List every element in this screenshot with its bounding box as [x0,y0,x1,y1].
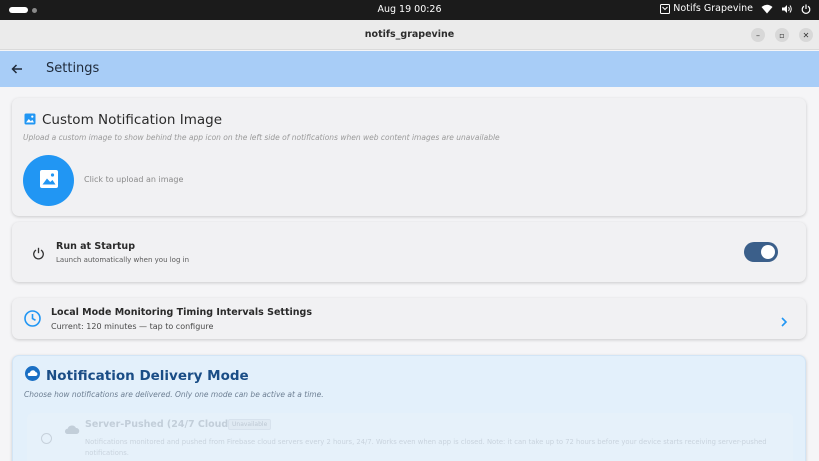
timing-settings-card[interactable]: Local Mode Monitoring Timing Intervals S… [12,298,806,339]
maximize-button[interactable]: ▫ [775,28,789,42]
app-tray-icon [660,3,671,14]
delivery-mode-title: Notification Delivery Mode [46,367,249,384]
custom-image-header: Custom Notification Image [24,110,222,129]
clock-icon [24,310,41,331]
delivery-mode-card: Notification Delivery Mode Choose how no… [12,355,806,461]
cloud-upload-icon [64,420,80,439]
delivery-mode-description: Choose how notifications are delivered. … [24,390,324,399]
image-icon [24,110,36,129]
page-title: Settings [46,61,100,76]
back-button[interactable] [10,61,24,80]
custom-image-title: Custom Notification Image [42,111,223,128]
run-at-startup-title: Run at Startup [56,241,135,252]
server-pushed-title: Server-Pushed (24/7 Cloud) [85,419,233,430]
arrow-left-icon [10,61,24,80]
upload-image-label[interactable]: Click to upload an image [84,175,183,184]
custom-image-card: Custom Notification Image Upload a custo… [12,98,806,216]
tray-app-name: Notifs Grapevine [673,3,753,14]
window-title: notifs_grapevine [364,29,455,40]
window-title-bar: notifs_grapevine – ▫ ✕ [0,20,819,50]
upload-image-button[interactable] [23,155,74,206]
wifi-icon[interactable] [761,4,773,14]
chevron-right-icon [780,312,788,331]
window-controls: – ▫ ✕ [751,28,813,42]
timing-settings-subtitle: Current: 120 minutes — tap to configure [51,322,214,331]
run-at-startup-card: Run at Startup Launch automatically when… [12,222,806,282]
tray-app-indicator[interactable]: Notifs Grapevine [660,3,753,14]
server-pushed-option: Server-Pushed (24/7 Cloud) Unavailable N… [27,413,793,461]
image-placeholder-icon [39,169,59,193]
server-pushed-radio [41,433,52,444]
unavailable-badge: Unavailable [228,419,272,430]
app-bar: Settings [0,51,819,87]
run-at-startup-subtitle: Launch automatically when you log in [56,256,190,264]
system-top-bar: Aug 19 00:26 Notifs Grapevine [0,0,819,20]
power-menu-icon[interactable] [801,4,811,14]
close-button[interactable]: ✕ [799,28,813,42]
system-tray: Notifs Grapevine [660,3,811,14]
custom-image-description: Upload a custom image to show behind the… [23,133,500,142]
minimize-button[interactable]: – [751,28,765,42]
settings-content[interactable]: Custom Notification Image Upload a custo… [0,87,819,461]
power-icon [32,245,45,264]
cloud-icon [25,366,40,385]
delivery-mode-header: Notification Delivery Mode [25,366,249,385]
timing-settings-title: Local Mode Monitoring Timing Intervals S… [51,307,312,318]
run-at-startup-toggle[interactable] [744,242,778,262]
toggle-knob [761,245,775,259]
volume-icon[interactable] [781,4,793,14]
server-pushed-description: Notifications monitored and pushed from … [85,438,767,457]
